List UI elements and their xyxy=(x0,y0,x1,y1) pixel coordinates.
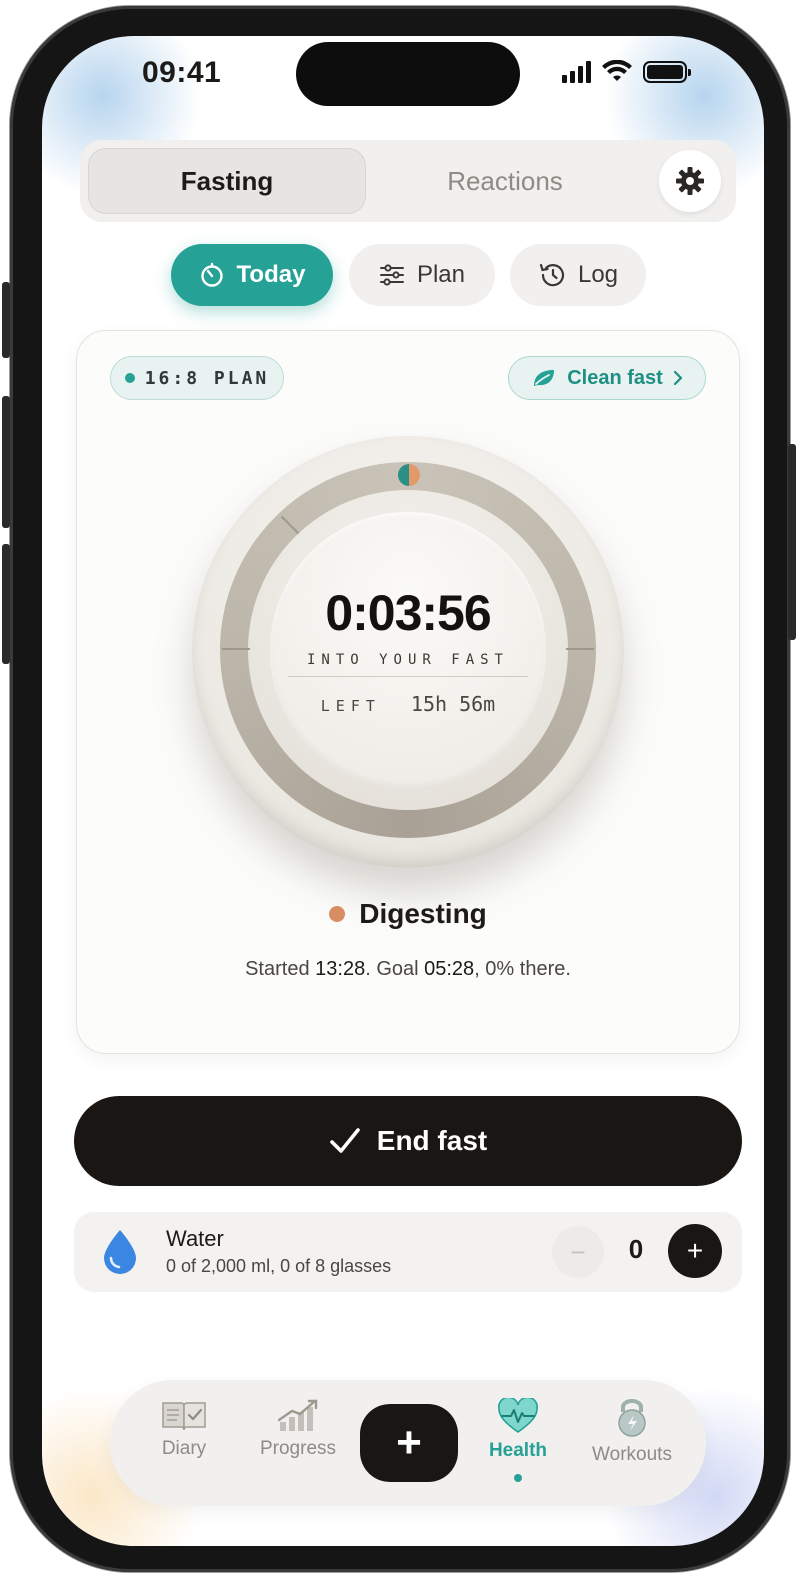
dial-tick-left xyxy=(222,648,250,650)
dial-progress-marker xyxy=(398,464,420,486)
tabbar-progress-label: Progress xyxy=(259,1438,337,1459)
tab-today[interactable]: Today xyxy=(171,244,333,306)
sliders-icon xyxy=(379,264,404,286)
tabbar-item-progress[interactable]: Progress xyxy=(248,1398,348,1460)
end-fast-label: End fast xyxy=(376,1125,488,1156)
chevron-right-icon xyxy=(673,370,682,386)
phone-frame: 09:41 Fasting Reactions Today Plan Log 1… xyxy=(10,6,790,1572)
tab-log[interactable]: Log xyxy=(510,244,646,306)
tab-plan[interactable]: Plan xyxy=(349,244,495,306)
add-button[interactable]: + xyxy=(360,1404,458,1482)
tab-log-label: Log xyxy=(577,261,619,288)
fast-summary: Started 13:28. Goal 05:28, 0% there. xyxy=(76,958,740,981)
chart-growth-icon xyxy=(277,1399,318,1431)
end-fast-button[interactable]: End fast xyxy=(74,1096,742,1186)
plan-badge-label: 16:8 PLAN xyxy=(144,367,270,389)
status-time: 09:41 xyxy=(142,56,222,89)
progress-text: , 0% there. xyxy=(474,958,571,980)
clean-fast-button[interactable]: Clean fast xyxy=(508,356,706,400)
water-drop-icon xyxy=(104,1230,136,1274)
heart-pulse-icon xyxy=(498,1398,538,1433)
time-left: LEFT 15h 56m xyxy=(270,692,546,716)
active-tab-indicator xyxy=(514,1474,522,1482)
book-icon xyxy=(162,1402,206,1431)
stage-dot xyxy=(329,906,346,922)
wifi-icon xyxy=(602,60,632,81)
dial-face xyxy=(270,512,546,788)
segment-reactions[interactable]: Reactions xyxy=(366,148,644,214)
plan-dot xyxy=(124,373,135,383)
tab-today-label: Today xyxy=(236,261,306,288)
water-subtitle: 0 of 2,000 ml, 0 of 8 glasses xyxy=(166,1256,392,1276)
segment-fasting[interactable]: Fasting xyxy=(88,148,366,214)
cellular-signal-icon xyxy=(562,61,591,83)
timer-icon xyxy=(200,262,223,287)
time-left-value: 15h 56m xyxy=(410,692,496,716)
dial-divider xyxy=(288,676,528,677)
water-title: Water xyxy=(166,1226,224,1251)
dynamic-island xyxy=(296,42,520,106)
started-prefix: Started xyxy=(245,958,316,980)
volume-down-button xyxy=(2,544,10,664)
started-time: 13:28 xyxy=(315,958,366,980)
gear-icon xyxy=(676,167,704,195)
dial-tick-right xyxy=(566,648,594,650)
tabbar-diary-label: Diary xyxy=(161,1438,207,1459)
goal-prefix: . Goal xyxy=(365,958,425,980)
plan-badge[interactable]: 16:8 PLAN xyxy=(110,356,284,400)
power-button xyxy=(788,444,796,640)
tabbar-item-health[interactable]: Health xyxy=(468,1398,568,1462)
tab-plan-label: Plan xyxy=(416,261,466,288)
tabbar-health-label: Health xyxy=(488,1440,548,1461)
time-left-label: LEFT xyxy=(320,697,381,715)
leaf-icon xyxy=(534,370,555,386)
kettlebell-icon xyxy=(618,1399,646,1437)
tabbar-workouts-label: Workouts xyxy=(592,1444,672,1465)
battery-icon xyxy=(643,61,691,83)
tabbar-item-workouts[interactable]: Workouts xyxy=(582,1398,682,1466)
fast-stage: Digesting xyxy=(76,898,740,930)
status-icons xyxy=(562,60,691,84)
volume-up-button xyxy=(2,396,10,528)
checkmark-icon xyxy=(329,1128,360,1153)
clean-fast-label: Clean fast xyxy=(567,366,663,389)
water-count: 0 xyxy=(628,1234,644,1264)
settings-button[interactable] xyxy=(659,150,721,212)
tabbar-item-diary[interactable]: Diary xyxy=(134,1398,234,1460)
history-icon xyxy=(539,263,565,287)
into-your-fast-label: INTO YOUR FAST xyxy=(306,652,509,668)
water-increment-button[interactable]: + xyxy=(668,1224,722,1278)
side-button-action xyxy=(2,282,10,358)
screen: 09:41 Fasting Reactions Today Plan Log 1… xyxy=(42,36,764,1546)
stage-label: Digesting xyxy=(359,898,487,929)
fast-timer: 0:03:56 xyxy=(325,585,491,641)
goal-time: 05:28 xyxy=(424,958,475,980)
water-decrement-button[interactable]: − xyxy=(552,1226,604,1278)
